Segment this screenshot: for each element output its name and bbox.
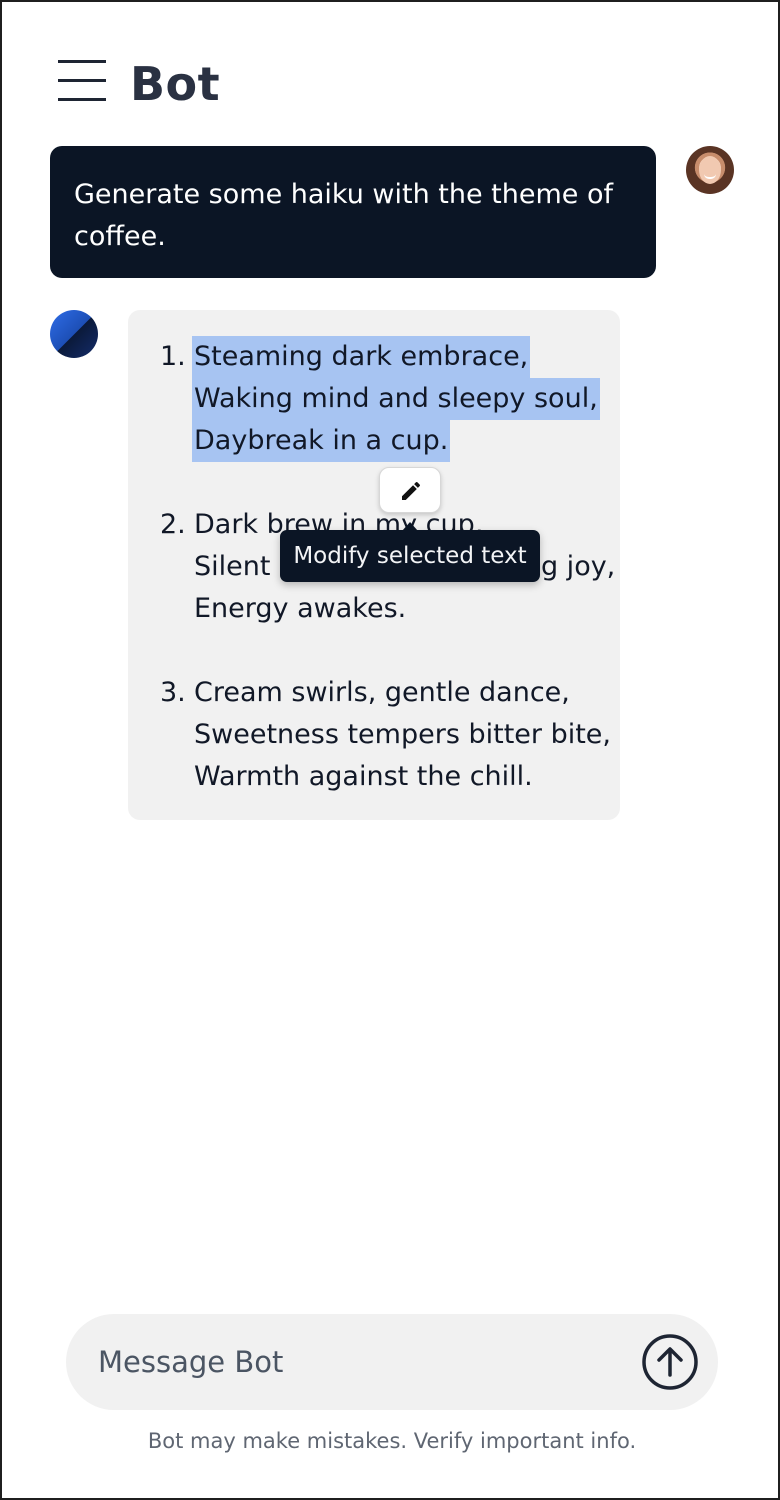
pencil-icon <box>402 481 421 500</box>
message-input[interactable] <box>98 1338 618 1386</box>
arrow-up-circle-icon <box>642 1334 698 1390</box>
send-button[interactable] <box>642 1334 698 1390</box>
bot-avatar <box>50 310 98 358</box>
user-message: Generate some haiku with the theme of co… <box>50 146 656 278</box>
user-avatar <box>686 146 734 194</box>
haiku-line: Energy awakes. <box>194 593 407 624</box>
haiku-line: Warmth against the chill. <box>194 761 533 792</box>
haiku-line-selected[interactable]: Waking mind and sleepy soul, <box>192 378 600 420</box>
haiku-line-selected[interactable]: Daybreak in a cup. <box>192 420 451 462</box>
list-number: 2. <box>160 509 186 540</box>
hamburger-menu-icon[interactable] <box>58 60 106 102</box>
haiku-line: Cream swirls, gentle dance, <box>194 677 570 708</box>
message-composer <box>66 1314 718 1410</box>
app-title: Bot <box>130 57 221 111</box>
haiku-line: Sweetness tempers bitter bite, <box>194 719 611 750</box>
app-window: Bot Generate some haiku with the theme o… <box>0 0 780 1500</box>
list-number: 1. <box>160 341 186 372</box>
disclaimer-text: Bot may make mistakes. Verify important … <box>147 1429 637 1453</box>
modify-selection-button[interactable] <box>379 467 441 513</box>
list-number: 3. <box>160 677 186 708</box>
haiku-line-selected[interactable]: Steaming dark embrace, <box>192 336 531 378</box>
tooltip: Modify selected text <box>280 530 540 582</box>
